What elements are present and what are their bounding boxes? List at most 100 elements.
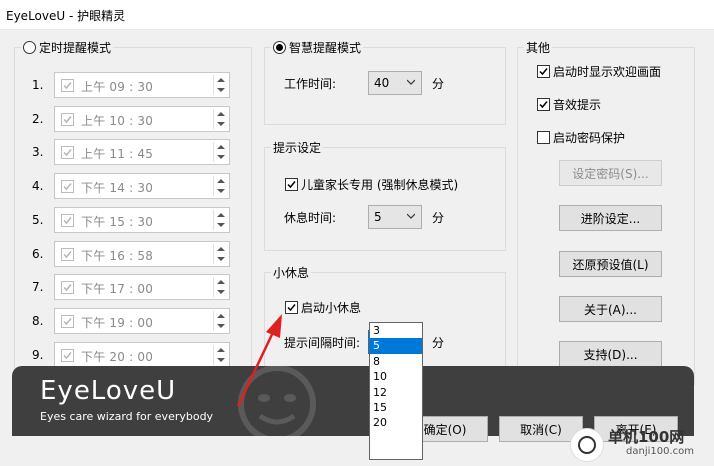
password-checkbox-row[interactable]: 启动密码保护 xyxy=(537,129,625,146)
spin-up-icon[interactable] xyxy=(217,112,225,116)
spin-down-icon[interactable] xyxy=(217,88,225,92)
spin-up-icon[interactable] xyxy=(217,348,225,352)
time-spinner[interactable]: 上午 11 : 45 xyxy=(54,139,230,165)
time-spinner[interactable]: 下午 14 : 30 xyxy=(54,173,230,199)
time-spinner[interactable]: 下午 16 : 58 xyxy=(54,241,230,267)
child-mode-checkbox[interactable] xyxy=(285,178,298,191)
spin-down-icon[interactable] xyxy=(217,155,225,159)
interval-label: 提示间隔时间: xyxy=(284,336,361,350)
time-value[interactable]: 下午 20 : 00 xyxy=(81,348,153,365)
about-button[interactable]: 关于(A)... xyxy=(559,296,662,322)
time-spinner[interactable]: 下午 20 : 00 xyxy=(54,342,230,368)
brand-slogan: Eyes care wizard for everybody xyxy=(40,410,214,423)
time-spinner[interactable]: 下午 17 : 00 xyxy=(54,274,230,300)
check-icon xyxy=(63,284,72,292)
time-spinner[interactable]: 上午 09 : 30 xyxy=(54,72,230,98)
interval-option[interactable]: 20 xyxy=(370,415,422,430)
spin-arrows[interactable] xyxy=(213,345,227,365)
time-value[interactable]: 上午 11 : 45 xyxy=(81,145,153,162)
time-value[interactable]: 下午 15 : 30 xyxy=(81,213,153,230)
spin-down-icon[interactable] xyxy=(217,122,225,126)
time-row-checkbox[interactable] xyxy=(61,180,74,193)
spin-arrows[interactable] xyxy=(213,109,227,129)
time-spinner[interactable]: 下午 19 : 00 xyxy=(54,308,230,334)
welcome-checkbox-row[interactable]: 启动时显示欢迎画面 xyxy=(537,63,661,80)
spin-up-icon[interactable] xyxy=(217,247,225,251)
chevron-down-icon xyxy=(407,79,415,85)
spin-arrows[interactable] xyxy=(213,277,227,297)
time-value[interactable]: 下午 16 : 58 xyxy=(81,247,153,264)
spin-arrows[interactable] xyxy=(213,244,227,264)
interval-option[interactable]: 15 xyxy=(370,400,422,415)
spin-arrows[interactable] xyxy=(213,75,227,95)
time-value[interactable]: 上午 10 : 30 xyxy=(81,112,153,129)
welcome-checkbox[interactable] xyxy=(537,65,550,78)
password-checkbox[interactable] xyxy=(537,131,550,144)
watermark-site: 单机100网 xyxy=(608,428,685,446)
brand-logo: EyeLoveU xyxy=(40,376,177,406)
chevron-down-icon xyxy=(407,213,415,219)
check-icon xyxy=(63,352,72,360)
interval-option[interactable]: 12 xyxy=(370,385,422,400)
check-icon xyxy=(63,149,72,157)
time-spinner[interactable]: 下午 15 : 30 xyxy=(54,207,230,233)
time-row-checkbox[interactable] xyxy=(61,281,74,294)
interval-option[interactable]: 10 xyxy=(370,369,422,384)
short-break-checkbox-row[interactable]: 启动小休息 xyxy=(285,299,361,316)
time-row-checkbox[interactable] xyxy=(61,113,74,126)
password-label: 启动密码保护 xyxy=(553,131,626,145)
time-value[interactable]: 上午 09 : 30 xyxy=(81,78,153,95)
spin-arrows[interactable] xyxy=(213,176,227,196)
time-value[interactable]: 下午 17 : 00 xyxy=(81,280,153,297)
smart-mode-legend[interactable]: 智慧提醒模式 xyxy=(271,39,364,56)
spin-down-icon[interactable] xyxy=(217,358,225,362)
check-icon xyxy=(63,82,72,90)
timed-mode-radio[interactable] xyxy=(23,41,36,54)
rest-time-select[interactable]: 5 xyxy=(368,205,422,229)
support-button[interactable]: 支持(D)... xyxy=(559,341,662,367)
interval-option[interactable]: 5 xyxy=(370,338,422,354)
spin-arrows[interactable] xyxy=(213,210,227,230)
short-break-legend: 小休息 xyxy=(271,264,312,281)
time-row-checkbox[interactable] xyxy=(61,349,74,362)
spin-up-icon[interactable] xyxy=(217,280,225,284)
time-value[interactable]: 下午 19 : 00 xyxy=(81,314,153,331)
time-row-checkbox[interactable] xyxy=(61,146,74,159)
time-row-checkbox[interactable] xyxy=(61,248,74,261)
other-legend: 其他 xyxy=(524,39,553,56)
check-icon xyxy=(539,68,548,76)
time-row-checkbox[interactable] xyxy=(61,315,74,328)
sound-checkbox[interactable] xyxy=(537,98,550,111)
child-mode-checkbox-row[interactable]: 儿童家长专用 (强制休息模式) xyxy=(285,176,458,193)
spin-down-icon[interactable] xyxy=(217,189,225,193)
short-break-enable-label: 启动小休息 xyxy=(301,301,362,315)
spin-down-icon[interactable] xyxy=(217,223,225,227)
interval-option[interactable]: 3 xyxy=(370,323,422,338)
time-spinner[interactable]: 上午 10 : 30 xyxy=(54,106,230,132)
spin-down-icon[interactable] xyxy=(217,290,225,294)
spin-down-icon[interactable] xyxy=(217,324,225,328)
spin-up-icon[interactable] xyxy=(217,78,225,82)
spin-arrows[interactable] xyxy=(213,142,227,162)
set-password-button[interactable]: 设定密码(S)... xyxy=(559,160,662,186)
interval-option[interactable]: 8 xyxy=(370,354,422,369)
time-value[interactable]: 下午 14 : 30 xyxy=(81,179,153,196)
sound-checkbox-row[interactable]: 音效提示 xyxy=(537,96,601,113)
spin-arrows[interactable] xyxy=(213,311,227,331)
spin-up-icon[interactable] xyxy=(217,314,225,318)
time-row-checkbox[interactable] xyxy=(61,214,74,227)
smart-mode-radio[interactable] xyxy=(273,41,286,54)
work-time-select[interactable]: 40 xyxy=(368,71,422,95)
work-time-label: 工作时间: xyxy=(284,77,337,91)
tip-settings-label: 提示设定 xyxy=(273,141,322,155)
spin-up-icon[interactable] xyxy=(217,145,225,149)
spin-up-icon[interactable] xyxy=(217,213,225,217)
restore-defaults-button[interactable]: 还原预设值(L) xyxy=(559,251,662,277)
spin-down-icon[interactable] xyxy=(217,257,225,261)
timed-mode-legend[interactable]: 定时提醒模式 xyxy=(21,39,114,56)
advanced-settings-button[interactable]: 进阶设定... xyxy=(559,205,662,231)
spin-up-icon[interactable] xyxy=(217,179,225,183)
check-icon xyxy=(63,116,72,124)
time-row-checkbox[interactable] xyxy=(61,79,74,92)
check-icon xyxy=(63,183,72,191)
